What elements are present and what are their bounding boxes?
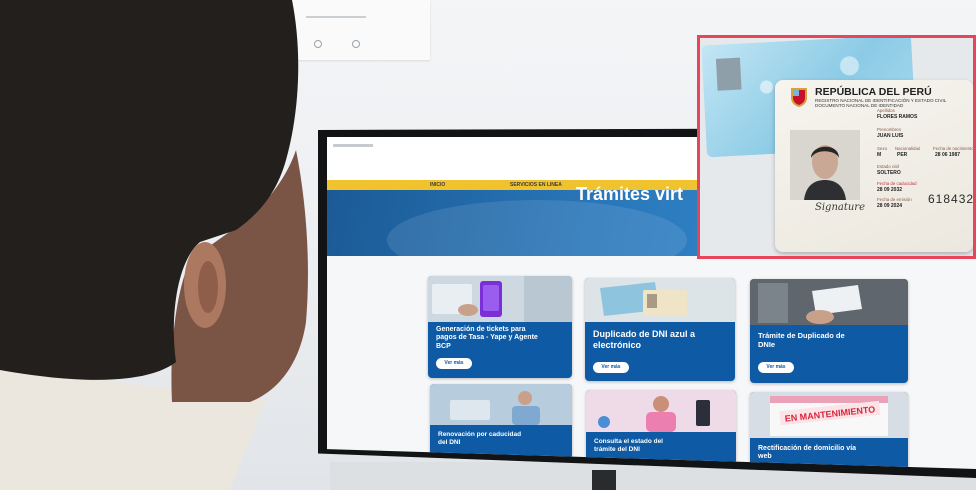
expiry-value: 28 09 2032: [877, 187, 903, 193]
expiry-label: Fecha de caducidad: [877, 181, 917, 186]
sex-value: M: [877, 152, 882, 158]
peru-coat-of-arms-icon: [791, 88, 807, 107]
dni-photo: [790, 130, 860, 200]
photo-scene: INICIO SERVICIOS EN LINEA Trámites virt …: [0, 0, 976, 490]
issue-value: 28 09 2024: [877, 203, 903, 209]
civil-status-label: Estado civil: [877, 164, 900, 169]
dni-number: 618432: [928, 192, 973, 206]
shield-quarter: [793, 90, 799, 96]
birth-date-value: 28 06 1987: [935, 152, 961, 158]
nationality-label: Nacionalidad: [895, 146, 921, 151]
surname-value: FLORES RAMOS: [877, 114, 918, 120]
electronic-dni-card: REPÚBLICA DEL PERÚ REGISTRO NACIONAL DE …: [775, 80, 973, 252]
ear-inner: [198, 261, 218, 313]
given-names-label: Prenombres: [877, 127, 901, 132]
old-dni-photo: [715, 57, 742, 91]
surname-label: Apellidos: [877, 108, 895, 113]
nationality-value: PER: [897, 152, 908, 158]
dni-country: REPÚBLICA DEL PERÚ: [815, 86, 932, 98]
birth-date-label: Fecha de nacimiento: [933, 146, 973, 151]
issue-label: Fecha de emisión: [877, 197, 912, 202]
dni-signature: Signature: [815, 202, 866, 213]
sex-label: Sexo: [877, 146, 888, 151]
civil-status-value: SOLTERO: [877, 170, 901, 176]
dni-inset-image: REPÚBLICA DEL PERÚ REGISTRO NACIONAL DE …: [697, 35, 976, 259]
given-names-value: JUAN LUIS: [877, 133, 904, 139]
